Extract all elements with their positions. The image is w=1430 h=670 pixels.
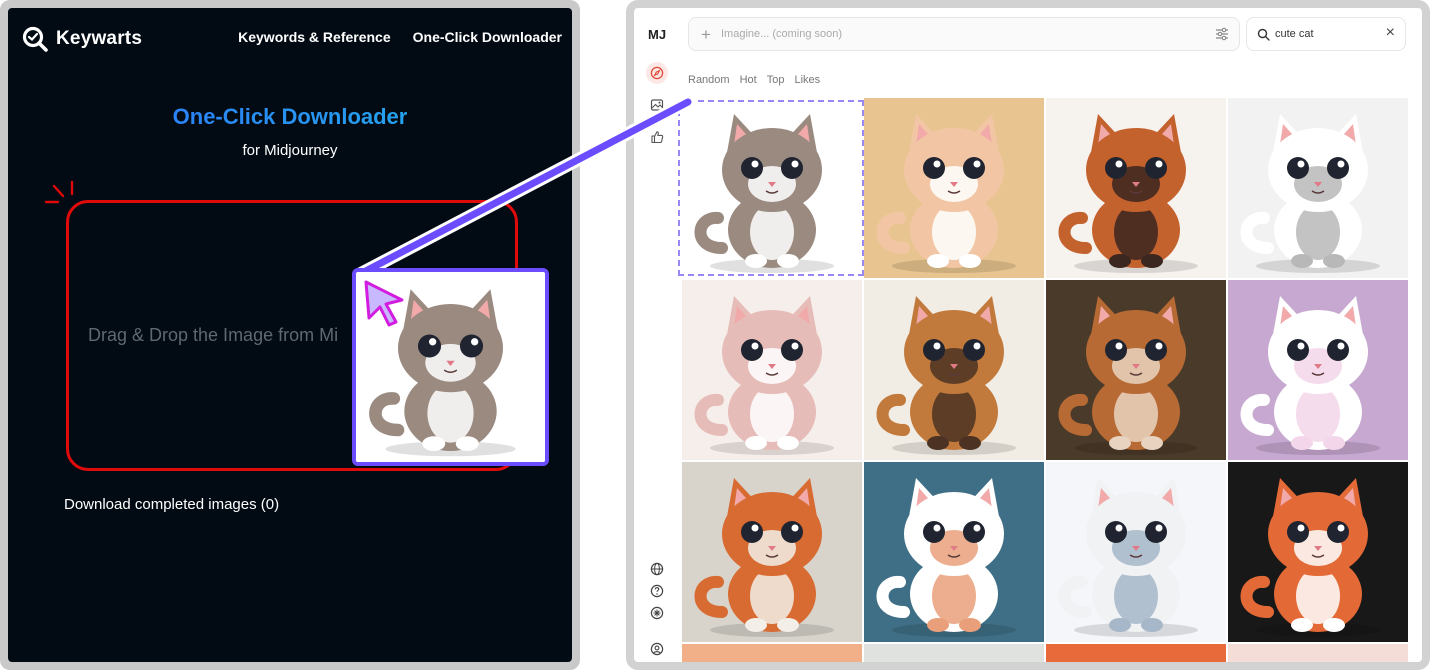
gallery-image[interactable] (1228, 280, 1408, 460)
gallery-image[interactable] (864, 280, 1044, 460)
tab-hot[interactable]: Hot (740, 74, 757, 86)
gallery-image[interactable] (1046, 280, 1226, 460)
gallery-image[interactable] (1046, 98, 1226, 278)
brand-name: Keywarts (56, 28, 143, 49)
search-input[interactable]: cute cat × (1246, 17, 1406, 51)
cat-image (864, 98, 1044, 278)
gallery-image[interactable] (1228, 462, 1408, 642)
tab-likes[interactable]: Likes (794, 74, 820, 86)
gallery-image-partial[interactable] (682, 644, 862, 662)
midjourney-window: MJ + Imagine... (coming soon) cute cat ×… (634, 8, 1422, 662)
gallery-image-partial[interactable] (864, 644, 1044, 662)
cat-image (682, 280, 862, 460)
cat-image (1046, 462, 1226, 642)
gallery-image[interactable] (682, 462, 862, 642)
cat-image (864, 280, 1044, 460)
cat-image (682, 462, 862, 642)
page-subtitle: for Midjourney (242, 142, 338, 159)
sun-icon[interactable] (646, 602, 668, 624)
gallery-image-partial[interactable] (1046, 644, 1226, 662)
imagine-input[interactable]: + Imagine... (coming soon) (688, 17, 1240, 51)
compass-icon[interactable] (646, 62, 668, 84)
download-completed-images[interactable]: Download completed images (0) (64, 496, 279, 513)
cat-image (1046, 280, 1226, 460)
keywarts-logo[interactable]: Keywarts (22, 26, 142, 52)
dragged-image-thumbnail[interactable] (352, 268, 549, 466)
nav-keywords-reference[interactable]: Keywords & Reference (238, 29, 391, 45)
gallery-image[interactable] (864, 462, 1044, 642)
imagine-placeholder: Imagine... (coming soon) (721, 28, 843, 40)
cat-image (1228, 462, 1408, 642)
cat-image (1228, 280, 1408, 460)
close-icon[interactable]: × (1386, 24, 1395, 42)
mj-logo[interactable]: MJ (648, 27, 666, 42)
gallery-image[interactable] (1046, 462, 1226, 642)
gallery-image[interactable] (864, 98, 1044, 278)
feed-tabs: Random Hot Top Likes (688, 74, 820, 86)
page-title: One-Click Downloader (8, 104, 572, 130)
image-grid (682, 98, 1410, 662)
magnifier-logo-icon (22, 26, 48, 52)
search-icon (1257, 28, 1270, 41)
gallery-image[interactable] (682, 280, 862, 460)
cat-image (864, 462, 1044, 642)
tab-random[interactable]: Random (688, 74, 730, 86)
image-icon[interactable] (646, 94, 668, 116)
cat-image (1046, 98, 1226, 278)
gallery-image[interactable] (1228, 98, 1408, 278)
settings-sliders-icon[interactable] (1215, 27, 1229, 41)
gallery-image[interactable] (682, 98, 862, 278)
account-icon[interactable] (646, 638, 668, 660)
cat-image (1228, 98, 1408, 278)
tab-top[interactable]: Top (767, 74, 785, 86)
thumbs-up-icon[interactable] (646, 126, 668, 148)
nav-one-click-downloader[interactable]: One-Click Downloader (413, 29, 562, 45)
cursor-pointer-icon (364, 280, 404, 327)
screen: Keywarts Keywords & Reference One-Click … (0, 0, 1430, 670)
top-nav: Keywords & Reference One-Click Downloade… (238, 29, 562, 45)
help-icon[interactable] (646, 580, 668, 602)
drop-zone-text: Drag & Drop the Image from Mi (88, 325, 339, 345)
gallery-image-partial[interactable] (1228, 644, 1408, 662)
plus-icon[interactable]: + (701, 25, 711, 45)
globe-icon[interactable] (646, 558, 668, 580)
cat-image (682, 98, 862, 278)
search-value: cute cat (1275, 28, 1314, 40)
